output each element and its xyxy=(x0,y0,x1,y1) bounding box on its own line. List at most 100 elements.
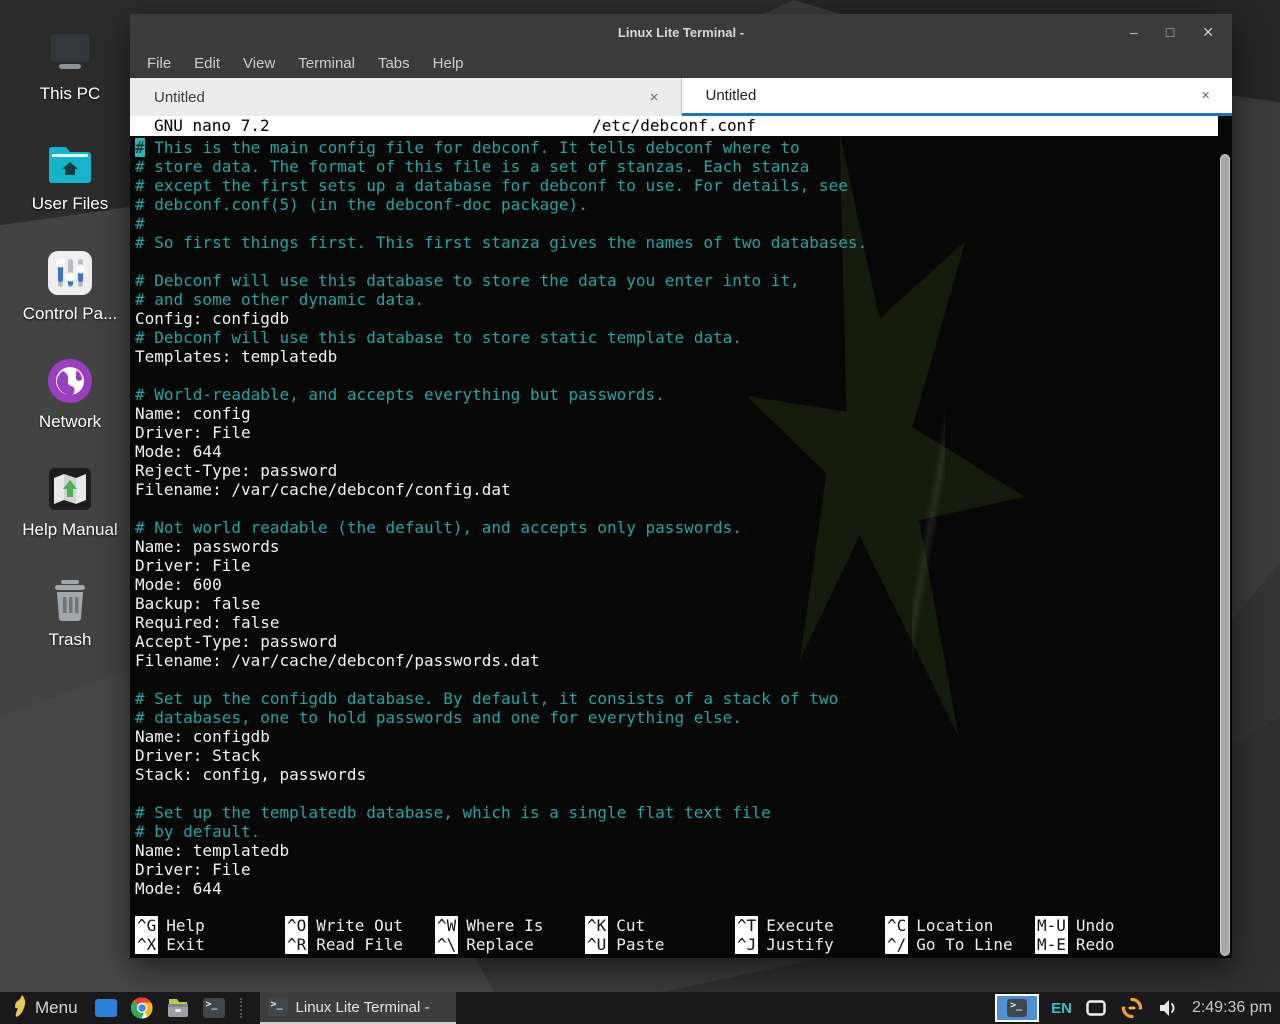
terminal-line: Mode: 600 xyxy=(135,575,1218,594)
nano-shortcut-write-out: ^OWrite Out xyxy=(285,916,435,935)
nano-shortcut-execute: ^TExecute xyxy=(735,916,885,935)
terminal-glyph-icon xyxy=(1007,999,1027,1017)
terminal-viewport[interactable]: /etc/debconf.conf GNU nano 7.2 # This is… xyxy=(130,116,1232,958)
terminal-line xyxy=(135,252,1218,271)
nano-shortcut-paste: ^UPaste xyxy=(585,935,735,954)
menu-file[interactable]: File xyxy=(147,55,171,72)
terminal-line: Driver: File xyxy=(135,556,1218,575)
terminal-line: # Debconf will use this database to stor… xyxy=(135,271,1218,290)
terminal-line: Stack: config, passwords xyxy=(135,765,1218,784)
desktop-icon-this-pc[interactable]: This PC xyxy=(18,26,122,104)
desktop-icon-user-files[interactable]: User Files xyxy=(18,136,122,214)
desktop-icon-label: Control Pa... xyxy=(18,304,122,324)
desktop-icon-label: This PC xyxy=(18,84,122,104)
terminal-scrollbar[interactable] xyxy=(1220,154,1230,956)
terminal-line: Filename: /var/cache/debconf/config.dat xyxy=(135,480,1218,499)
terminal-line: # by default. xyxy=(135,822,1218,841)
trash-icon xyxy=(18,572,122,622)
taskbar-separator-handle[interactable] xyxy=(240,998,246,1018)
tab-label: Untitled xyxy=(706,87,757,104)
menu-view[interactable]: View xyxy=(243,55,275,72)
terminal-line: # store data. The format of this file is… xyxy=(135,157,1218,176)
window-titlebar[interactable]: Linux Lite Terminal - – □ ✕ xyxy=(130,14,1232,50)
terminal-line: Name: configdb xyxy=(135,727,1218,746)
terminal-line: # Set up the templatedb database, which … xyxy=(135,803,1218,822)
display-tray-icon[interactable] xyxy=(1084,996,1108,1020)
nano-shortcut-exit: ^XExit xyxy=(135,935,285,954)
terminal-launcher-icon[interactable] xyxy=(202,996,226,1020)
nano-shortcut-location: ^CLocation xyxy=(885,916,1035,935)
tab-label: Untitled xyxy=(154,89,205,106)
terminal-line: # databases, one to hold passwords and o… xyxy=(135,708,1218,727)
terminal-line: Name: passwords xyxy=(135,537,1218,556)
task-button-terminal[interactable]: Linux Lite Terminal - xyxy=(260,992,456,1024)
terminal-line: Mode: 644 xyxy=(135,442,1218,461)
nano-shortcut-undo: M-UUndo xyxy=(1035,916,1216,935)
terminal-line: # Not world readable (the default), and … xyxy=(135,518,1218,537)
terminal-line: Driver: File xyxy=(135,860,1218,879)
workspace-pager-icon[interactable] xyxy=(94,996,118,1020)
maximize-button[interactable]: □ xyxy=(1166,25,1174,39)
keyboard-layout-indicator[interactable]: EN xyxy=(1051,1000,1072,1017)
terminal-line: Backup: false xyxy=(135,594,1218,613)
chrome-browser-icon[interactable] xyxy=(130,996,154,1020)
taskbar: Menu xyxy=(0,992,1280,1024)
taskbar-clock[interactable]: 2:49:36 pm xyxy=(1192,999,1272,1017)
desktop-icon-label: User Files xyxy=(18,194,122,214)
nano-shortcut-go-to-line: ^/Go To Line xyxy=(885,935,1035,954)
terminal-line: Required: false xyxy=(135,613,1218,632)
menu-terminal[interactable]: Terminal xyxy=(298,55,355,72)
desktop-icon-help-manual[interactable]: Help Manual xyxy=(18,462,122,540)
text-cursor: # xyxy=(135,138,145,157)
desktop-icon-control-panel[interactable]: Control Pa... xyxy=(18,246,122,324)
minimize-button[interactable]: – xyxy=(1130,25,1138,39)
terminal-line xyxy=(135,366,1218,385)
volume-speaker-icon[interactable] xyxy=(1156,996,1180,1020)
task-button-label: Linux Lite Terminal - xyxy=(296,999,430,1016)
scrollbar-thumb[interactable] xyxy=(1221,155,1229,955)
linux-lite-feather-icon xyxy=(12,994,27,1023)
desktop-icon-label: Trash xyxy=(18,630,122,650)
nano-file-path: /etc/debconf.conf xyxy=(130,116,1218,136)
terminal-line xyxy=(135,784,1218,803)
terminal-line: Name: templatedb xyxy=(135,841,1218,860)
terminal-line: Accept-Type: password xyxy=(135,632,1218,651)
desktop-icon-label: Network xyxy=(18,412,122,432)
menu-bar: File Edit View Terminal Tabs Help xyxy=(130,50,1232,78)
menu-help[interactable]: Help xyxy=(433,55,464,72)
tab-untitled-2[interactable]: Untitled × xyxy=(682,78,1233,116)
desktop-icon-label: Help Manual xyxy=(18,520,122,540)
menu-tabs[interactable]: Tabs xyxy=(378,55,410,72)
computer-icon xyxy=(18,26,122,76)
desktop-icon-trash[interactable]: Trash xyxy=(18,572,122,650)
window-title: Linux Lite Terminal - xyxy=(618,25,744,40)
nano-shortcut-help: ^GHelp xyxy=(135,916,285,935)
terminal-line: # debconf.conf(5) (in the debconf-doc pa… xyxy=(135,195,1218,214)
terminal-line: Templates: templatedb xyxy=(135,347,1218,366)
terminal-line: Driver: Stack xyxy=(135,746,1218,765)
file-manager-icon[interactable] xyxy=(166,996,190,1020)
close-button[interactable]: ✕ xyxy=(1202,25,1214,39)
terminal-task-icon xyxy=(268,998,288,1016)
tab-close-icon[interactable]: × xyxy=(1195,85,1216,106)
terminal-line: Mode: 644 xyxy=(135,879,1218,898)
menu-edit[interactable]: Edit xyxy=(194,55,220,72)
start-menu-button[interactable]: Menu xyxy=(8,992,82,1024)
terminal-line: Reject-Type: password xyxy=(135,461,1218,480)
nano-shortcuts: ^GHelp^OWrite Out^WWhere Is^KCut^TExecut… xyxy=(135,916,1216,954)
home-folder-icon xyxy=(18,136,122,186)
tray-terminal-icon[interactable] xyxy=(995,994,1039,1022)
nano-shortcut-cut: ^KCut xyxy=(585,916,735,935)
terminal-line: # except the first sets up a database fo… xyxy=(135,176,1218,195)
desktop-icon-network[interactable]: Network xyxy=(18,354,122,432)
terminal-line: Name: config xyxy=(135,404,1218,423)
nano-shortcut-justify: ^JJustify xyxy=(735,935,885,954)
terminal-text: # This is the main config file for debco… xyxy=(130,136,1218,898)
tab-close-icon[interactable]: × xyxy=(644,87,665,108)
update-notifier-icon[interactable] xyxy=(1120,996,1144,1020)
nano-shortcut-replace: ^\Replace xyxy=(435,935,585,954)
terminal-line: # This is the main config file for debco… xyxy=(135,138,1218,157)
control-panel-icon xyxy=(18,246,122,296)
network-globe-icon xyxy=(18,354,122,404)
tab-untitled-1[interactable]: Untitled × xyxy=(130,78,682,116)
